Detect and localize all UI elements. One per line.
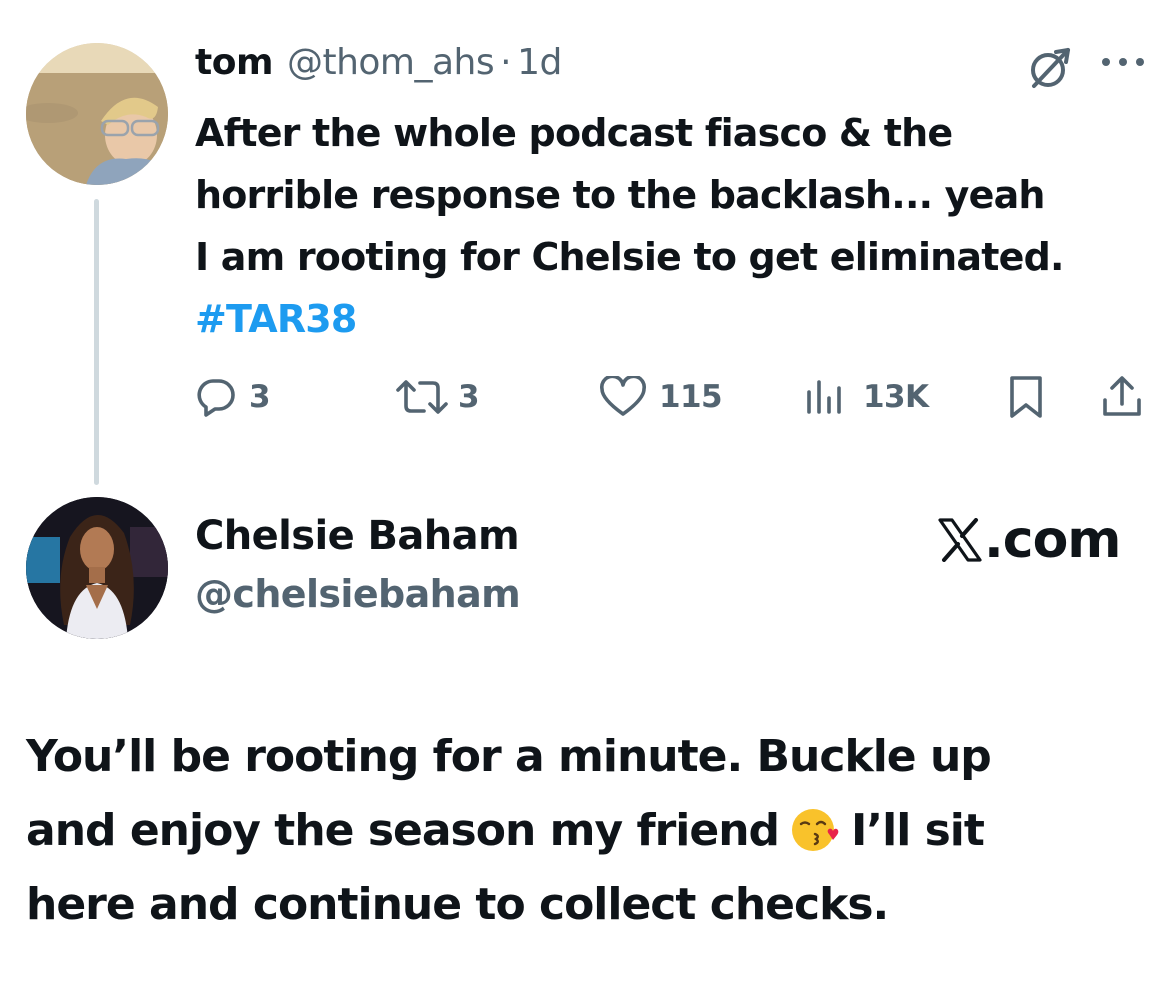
reply-icon xyxy=(197,379,235,417)
reply-text-line: here and continue to collect checks. xyxy=(26,879,889,930)
like-icon xyxy=(600,376,646,416)
reply-author-handle[interactable]: @chelsiebaham xyxy=(195,572,521,616)
bookmark-button[interactable] xyxy=(1006,372,1046,422)
repost-button[interactable]: 3 xyxy=(394,372,480,422)
reply-author-name[interactable]: Chelsie Baham xyxy=(195,513,520,559)
avatar-chelsie[interactable] xyxy=(26,497,168,639)
reply-body: You’ll be rooting for a minute. Buckle u… xyxy=(26,720,1156,942)
views-icon xyxy=(807,380,841,414)
meta-separator: · xyxy=(500,42,512,83)
x-logo-icon xyxy=(938,518,982,562)
author-name[interactable]: tom xyxy=(195,42,273,83)
face-blowing-kiss-emoji xyxy=(792,809,839,851)
reply-text-line: You’ll be rooting for a minute. Buckle u… xyxy=(26,731,992,782)
reply-text-segment: I’ll sit xyxy=(851,805,985,856)
tweet-text-line: After the whole podcast fiasco & the xyxy=(195,111,953,155)
brand-domain: .com xyxy=(984,510,1121,570)
author-handle[interactable]: @thom_ahs xyxy=(287,42,495,83)
share-icon xyxy=(1103,376,1141,416)
tweet-header: tom @thom_ahs · 1d xyxy=(195,42,562,92)
reply-text-line: and enjoy the season my friend I’ll sit xyxy=(26,794,1156,868)
views-button[interactable]: 13K xyxy=(803,372,929,422)
like-count: 115 xyxy=(659,379,723,415)
share-button[interactable] xyxy=(1100,372,1144,422)
tweet-body: After the whole podcast fiasco & the hor… xyxy=(195,102,1155,350)
bookmark-icon xyxy=(1010,376,1042,418)
avatar-tom[interactable] xyxy=(26,43,168,185)
avatar-tom-photo xyxy=(26,43,168,185)
like-button[interactable]: 115 xyxy=(599,372,723,422)
x-dot-com-brand: .com xyxy=(938,510,1121,570)
views-count: 13K xyxy=(863,379,929,415)
reply-text-segment: and enjoy the season my friend xyxy=(26,805,780,856)
avatar-chelsie-photo xyxy=(26,497,168,639)
grok-icon[interactable] xyxy=(1026,44,1074,96)
tweet-text-line: I am rooting for Chelsie to get eliminat… xyxy=(195,235,1064,279)
repost-count: 3 xyxy=(458,379,480,415)
reply-button[interactable]: 3 xyxy=(195,372,271,422)
more-icon[interactable] xyxy=(1098,52,1148,76)
reply-count: 3 xyxy=(249,379,271,415)
tweet-text-line: horrible response to the backlash... yea… xyxy=(195,173,1045,217)
repost-icon xyxy=(396,380,448,414)
tweet-age[interactable]: 1d xyxy=(517,42,562,83)
hashtag-link[interactable]: #TAR38 xyxy=(195,288,1155,350)
thread-connector-line xyxy=(94,199,99,485)
